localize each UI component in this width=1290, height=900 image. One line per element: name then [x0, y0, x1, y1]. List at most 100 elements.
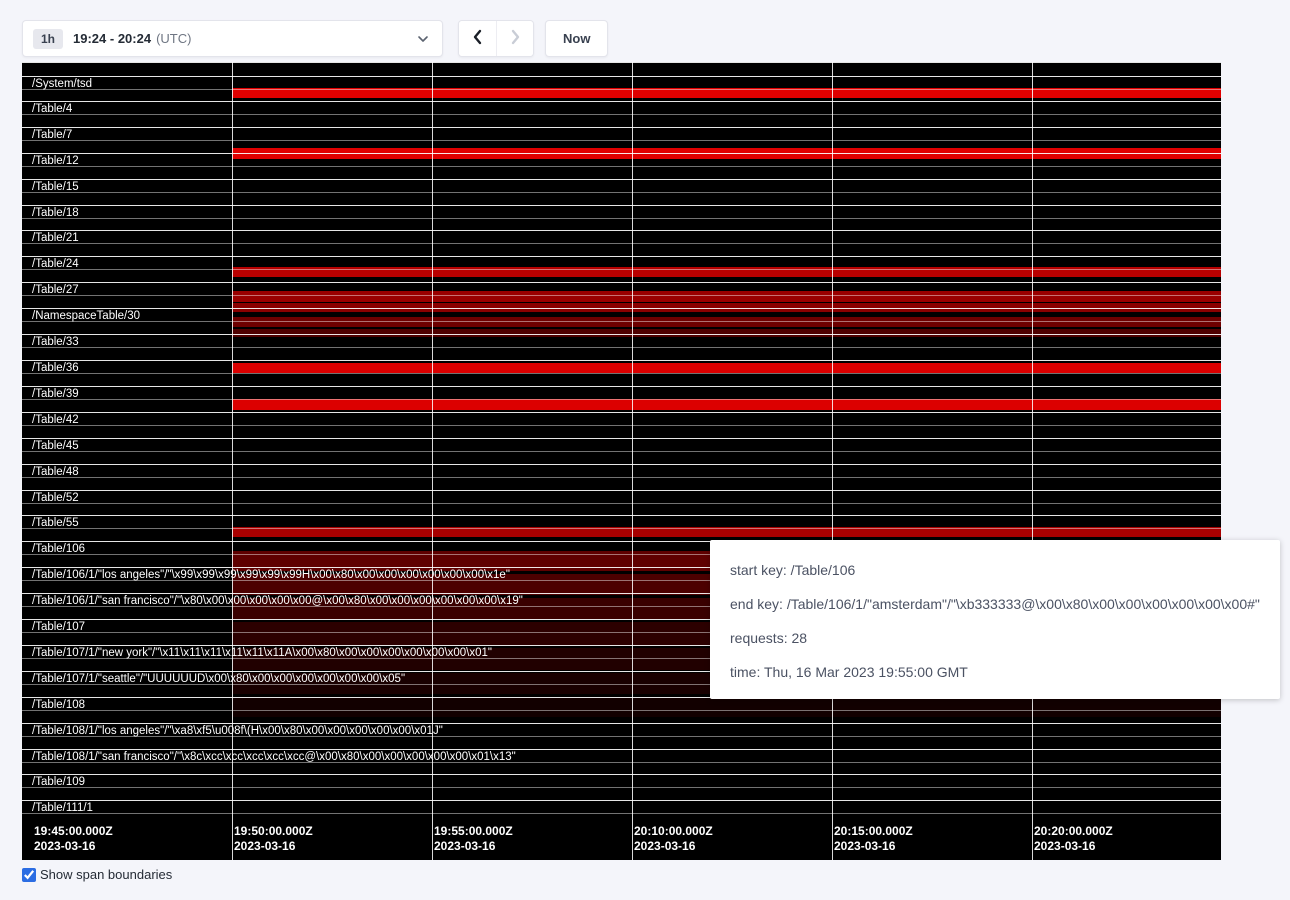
span-label: /Table/7	[32, 129, 72, 142]
span-boundary-line	[22, 723, 1221, 724]
heatmap-band[interactable]	[232, 363, 1221, 373]
next-time-button[interactable]	[496, 21, 533, 56]
tooltip-line: requests: 28	[730, 628, 1260, 648]
span-label: /Table/27	[32, 284, 79, 297]
span-boundary-line	[22, 515, 1221, 516]
span-boundary-line	[22, 153, 1221, 154]
span-boundary-line	[22, 295, 1221, 296]
column-boundary-line	[232, 62, 233, 860]
span-boundary-line	[22, 334, 1221, 335]
show-span-boundaries-label: Show span boundaries	[40, 867, 172, 882]
span-boundary-line	[22, 347, 1221, 348]
span-label: /Table/107	[32, 621, 85, 634]
column-boundary-line	[1032, 62, 1033, 860]
span-label: /Table/107/1/"new york"/"\x11\x11\x11\x1…	[32, 647, 492, 660]
axis-time-label: 19:55:00.000Z	[434, 824, 513, 839]
span-label: /Table/106/1/"los angeles"/"\x99\x99\x99…	[32, 569, 510, 582]
tooltip-line: end key: /Table/106/1/"amsterdam"/"\xb33…	[730, 594, 1260, 614]
hover-tooltip: start key: /Table/106end key: /Table/106…	[710, 540, 1280, 699]
span-boundary-line	[22, 218, 1221, 219]
span-boundary-line	[22, 490, 1221, 491]
span-boundary-line	[22, 438, 1221, 439]
time-window-badge: 1h	[33, 29, 63, 49]
span-label: /Table/21	[32, 232, 79, 245]
span-label: /Table/45	[32, 440, 79, 453]
heatmap-band[interactable]	[232, 399, 1221, 410]
span-boundary-line	[22, 528, 1221, 529]
span-boundary-line	[22, 412, 1221, 413]
span-boundary-line	[22, 76, 1221, 77]
heatmap-band[interactable]	[232, 697, 1221, 717]
axis-tick: 19:55:00.000Z2023-03-16	[434, 824, 513, 854]
span-label: /Table/109	[32, 776, 85, 789]
time-nav-buttons	[458, 20, 534, 57]
axis-date-label: 2023-03-16	[634, 839, 713, 854]
span-boundary-line	[22, 114, 1221, 115]
span-label: /Table/39	[32, 388, 79, 401]
show-span-boundaries-option: Show span boundaries	[22, 867, 172, 882]
span-boundary-line	[22, 62, 1221, 63]
span-boundary-line	[22, 813, 1221, 814]
heatmap-band[interactable]	[232, 317, 1221, 327]
axis-time-label: 19:50:00.000Z	[234, 824, 313, 839]
span-boundary-line	[22, 477, 1221, 478]
span-label: /Table/55	[32, 517, 79, 530]
timezone-label: (UTC)	[156, 31, 191, 46]
span-boundary-line	[22, 386, 1221, 387]
span-boundary-line	[22, 464, 1221, 465]
span-label: /Table/52	[32, 492, 79, 505]
now-button[interactable]: Now	[545, 20, 608, 57]
span-boundary-line	[22, 89, 1221, 90]
span-boundary-line	[22, 205, 1221, 206]
span-boundary-line	[22, 800, 1221, 801]
span-boundary-line	[22, 127, 1221, 128]
prev-time-button[interactable]	[459, 21, 496, 56]
span-boundary-line	[22, 282, 1221, 283]
axis-tick: 20:15:00.000Z2023-03-16	[834, 824, 913, 854]
span-boundary-line	[22, 787, 1221, 788]
span-label: /Table/106	[32, 543, 85, 556]
span-label: /System/tsd	[32, 78, 92, 91]
axis-date-label: 2023-03-16	[34, 839, 113, 854]
span-boundary-line	[22, 256, 1221, 257]
span-boundary-line	[22, 269, 1221, 270]
span-boundary-line	[22, 192, 1221, 193]
column-boundary-line	[432, 62, 433, 860]
span-boundary-line	[22, 360, 1221, 361]
span-boundary-line	[22, 503, 1221, 504]
axis-tick: 20:10:00.000Z2023-03-16	[634, 824, 713, 854]
span-boundary-line	[22, 399, 1221, 400]
axis-tick: 20:20:00.000Z2023-03-16	[1034, 824, 1113, 854]
axis-time-label: 20:10:00.000Z	[634, 824, 713, 839]
show-span-boundaries-checkbox[interactable]	[22, 868, 36, 882]
span-label: /Table/108/1/"los angeles"/"\xa8\xf5\u00…	[32, 725, 443, 738]
axis-date-label: 2023-03-16	[1034, 839, 1113, 854]
span-boundary-line	[22, 321, 1221, 322]
axis-tick: 19:50:00.000Z2023-03-16	[234, 824, 313, 854]
span-label: /Table/108/1/"san francisco"/"\x8c\xcc\x…	[32, 751, 516, 764]
span-boundary-line	[22, 425, 1221, 426]
span-boundary-line	[22, 451, 1221, 452]
span-boundary-line	[22, 230, 1221, 231]
heatmap-band[interactable]	[232, 329, 1221, 337]
span-label: /Table/108	[32, 699, 85, 712]
span-label: /Table/18	[32, 207, 79, 220]
heatmap-band[interactable]	[232, 291, 1221, 302]
axis-time-label: 19:45:00.000Z	[34, 824, 113, 839]
span-boundary-line	[22, 308, 1221, 309]
column-boundary-line	[632, 62, 633, 860]
span-boundary-line	[22, 179, 1221, 180]
axis-time-label: 20:15:00.000Z	[834, 824, 913, 839]
span-label: /Table/36	[32, 362, 79, 375]
chevron-left-icon	[471, 29, 485, 48]
span-label: /Table/106/1/"san francisco"/"\x80\x00\x…	[32, 595, 523, 608]
span-boundary-line	[22, 710, 1221, 711]
chevron-right-icon	[508, 29, 522, 48]
time-range-selector[interactable]: 1h 19:24 - 20:24 (UTC)	[22, 20, 443, 57]
heatmap-canvas[interactable]: /System/tsd/Table/4/Table/7/Table/12/Tab…	[22, 62, 1221, 860]
span-boundary-line	[22, 749, 1221, 750]
axis-date-label: 2023-03-16	[834, 839, 913, 854]
tooltip-line: time: Thu, 16 Mar 2023 19:55:00 GMT	[730, 662, 1260, 682]
span-label: /Table/107/1/"seattle"/"UUUUUUD\x00\x80\…	[32, 673, 405, 686]
chevron-down-icon	[416, 32, 430, 46]
